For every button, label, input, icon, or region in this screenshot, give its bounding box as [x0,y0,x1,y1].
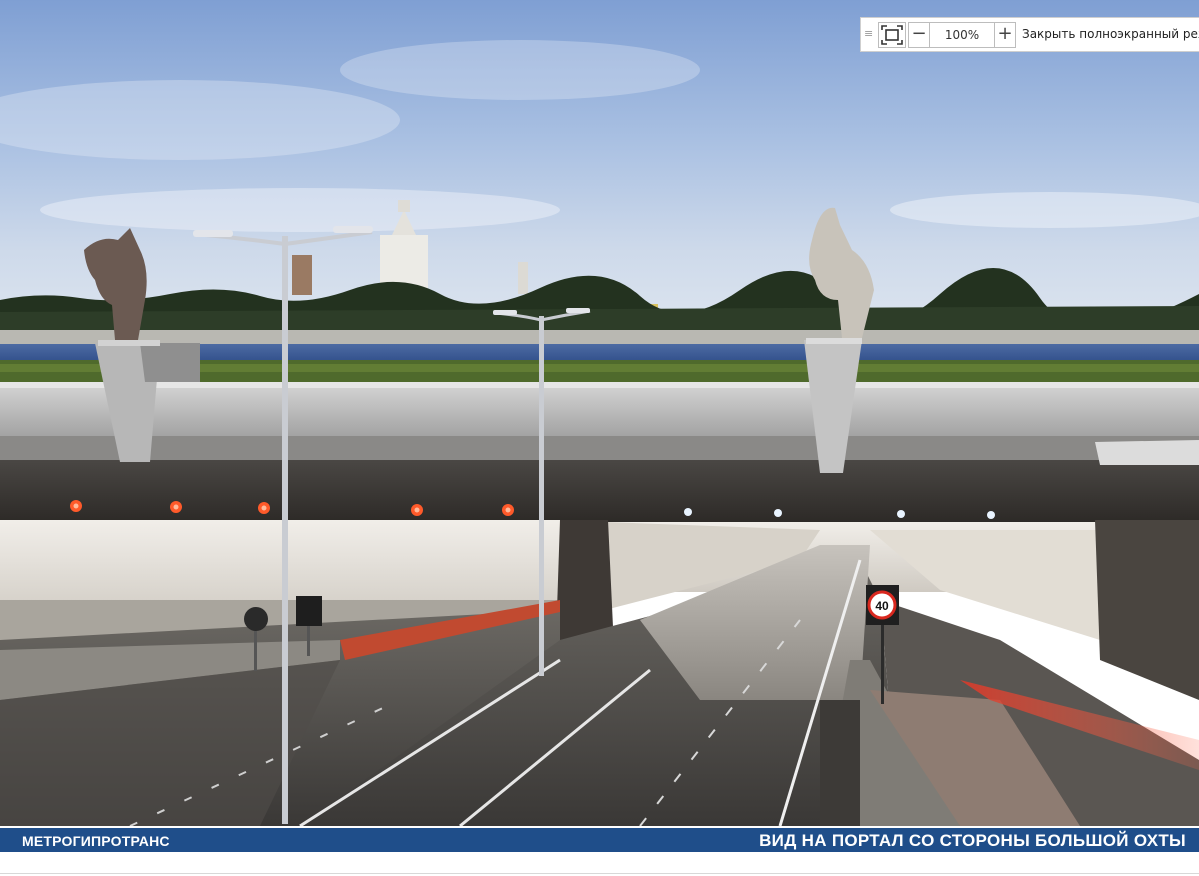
bottom-divider [0,873,1199,874]
slide-viewer: 40 МЕТРОГИПРОТРАНС ВИД НА ПОРТАЛ СО СТОР… [0,0,1199,876]
zoom-level-field[interactable]: 100% [930,22,994,48]
fit-to-screen-icon [881,25,903,45]
caption-bar: МЕТРОГИПРОТРАНС ВИД НА ПОРТАЛ СО СТОРОНЫ… [0,828,1199,852]
zoom-in-button[interactable]: + [994,22,1016,48]
zoom-toolbar: ≡ − 100% + Закрыть полноэкранный реж [860,17,1199,52]
zoom-out-button[interactable]: − [908,22,930,48]
drag-handle-icon[interactable]: ≡ [864,27,873,41]
slide-title: ВИД НА ПОРТАЛ СО СТОРОНЫ БОЛЬШОЙ ОХТЫ [759,831,1186,850]
speed-limit-sign: 40 [875,599,889,613]
fit-to-screen-button[interactable] [878,22,906,48]
exit-fullscreen-button[interactable]: Закрыть полноэкранный реж [1022,27,1199,41]
company-name: МЕТРОГИПРОТРАНС [22,833,170,849]
tunnel-portal-rendering: 40 [0,0,1199,826]
